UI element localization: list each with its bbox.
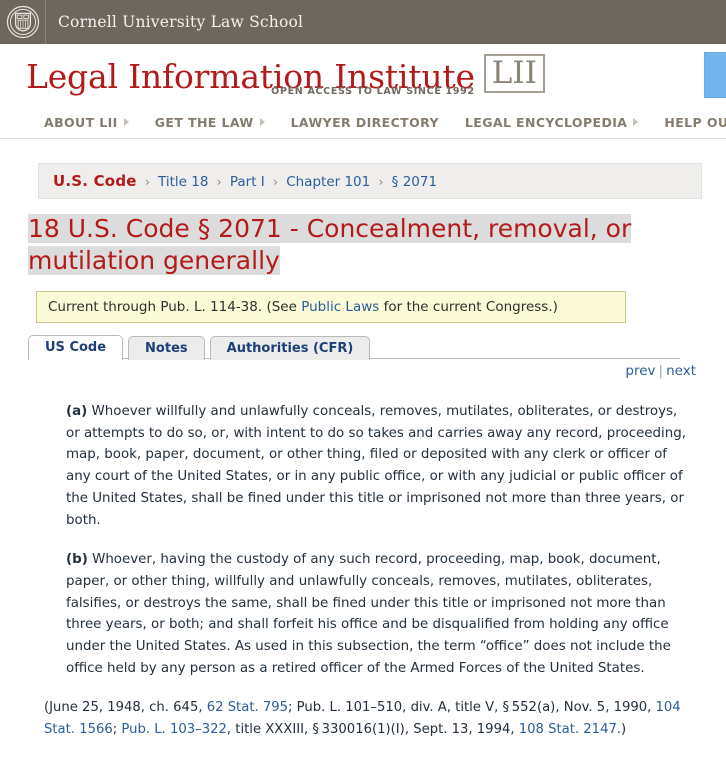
breadcrumb-item-title-18[interactable]: Title 18: [158, 174, 208, 190]
lii-mark: LII: [483, 54, 545, 93]
paragraph-label: (a): [66, 404, 88, 419]
lii-masthead: Legal Information Institute OPEN ACCESS …: [0, 44, 726, 106]
nav-item-label: HELP OUT: [664, 114, 726, 130]
statute-paragraph-a: (a) Whoever willfully and unlawfully con…: [66, 401, 686, 531]
nav-item-label: LEGAL ENCYCLOPEDIA: [464, 114, 628, 130]
paragraph-text: Whoever, having the custody of any such …: [66, 552, 671, 676]
breadcrumb-root-link[interactable]: U.S. Code: [53, 172, 137, 190]
cornell-bar-title: Cornell University Law School: [58, 13, 304, 31]
chevron-right-icon: [123, 118, 129, 126]
cornell-header-bar: Cornell University Law School: [0, 0, 726, 44]
page-title: 18 U.S. Code § 2071 - Concealment, remov…: [28, 213, 668, 277]
tab-label: Authorities (CFR): [226, 341, 354, 356]
breadcrumb-separator: ›: [144, 175, 150, 189]
breadcrumb-item-section-2071[interactable]: § 2071: [392, 174, 437, 190]
main-navigation: ABOUT LII GET THE LAW LAWYER DIRECTORY L…: [0, 106, 726, 139]
breadcrumb-separator: ›: [378, 175, 384, 189]
stat-citation-link-1[interactable]: 62 Stat. 795: [207, 700, 288, 715]
nav-item-legal-encyclopedia[interactable]: LEGAL ENCYCLOPEDIA: [465, 115, 652, 130]
public-laws-link[interactable]: Public Laws: [301, 299, 379, 315]
credits-part-1: (June 25, 1948, ch. 645,: [44, 700, 207, 716]
nav-item-lawyer-directory[interactable]: LAWYER DIRECTORY: [291, 115, 453, 130]
chevron-right-icon: [633, 118, 639, 126]
breadcrumb-separator: ›: [216, 175, 222, 189]
currency-notice-suffix: for the current Congress.): [379, 299, 558, 315]
nav-item-label: GET THE LAW: [154, 114, 254, 130]
lii-logo-link[interactable]: Legal Information Institute OPEN ACCESS …: [26, 54, 726, 97]
breadcrumb-item-part-i[interactable]: Part I: [230, 174, 265, 190]
lii-logo-text-block: Legal Information Institute OPEN ACCESS …: [26, 60, 475, 97]
pager: prev | next: [0, 363, 696, 379]
paragraph-text: Whoever willfully and unlawfully conceal…: [66, 404, 686, 528]
lii-tagline: OPEN ACCESS TO LAW SINCE 1992: [271, 85, 475, 97]
paragraph-label: (b): [66, 552, 88, 568]
public-law-citation-link[interactable]: Pub. L. 103–322: [121, 722, 227, 737]
currency-notice: Current through Pub. L. 114-38. (See Pub…: [36, 291, 626, 323]
search-button[interactable]: [704, 52, 726, 98]
cornell-seal-link[interactable]: [0, 0, 46, 44]
tab-notes[interactable]: Notes: [128, 336, 205, 360]
nav-item-get-the-law[interactable]: GET THE LAW: [155, 115, 279, 130]
tab-list: US Code Notes Authorities (CFR): [28, 335, 726, 360]
pager-separator: |: [658, 363, 664, 379]
tab-authorities-cfr[interactable]: Authorities (CFR): [209, 336, 371, 360]
chevron-right-icon: [259, 118, 265, 126]
nav-item-label: ABOUT LII: [44, 114, 118, 130]
tab-us-code[interactable]: US Code: [28, 335, 124, 360]
statute-paragraph-b: (b) Whoever, having the custody of any s…: [66, 549, 686, 679]
tab-label: Notes: [145, 341, 188, 356]
breadcrumb-separator: ›: [273, 175, 278, 189]
next-link[interactable]: next: [666, 363, 696, 379]
breadcrumb-item-chapter-101[interactable]: Chapter 101: [286, 174, 370, 190]
credits-part-2: ; Pub. L. 101–510, div. A, title V, § 55…: [288, 700, 656, 716]
statute-credits: (June 25, 1948, ch. 645, 62 Stat. 795; P…: [44, 697, 690, 739]
stat-citation-link-3[interactable]: 108 Stat. 2147: [519, 722, 617, 737]
tab-label: US Code: [45, 340, 107, 355]
credits-part-4: , title XXXIII, § 330016(1)(I), Sept. 13…: [226, 721, 519, 737]
breadcrumb: U.S. Code › Title 18 › Part I › Chapter …: [38, 163, 702, 199]
nav-item-help-out[interactable]: HELP OUT: [664, 115, 726, 130]
tab-bar: US Code Notes Authorities (CFR): [28, 335, 726, 360]
currency-notice-prefix: Current through Pub. L. 114-38. (See: [48, 299, 302, 315]
statute-body: (a) Whoever willfully and unlawfully con…: [66, 401, 686, 679]
page-title-text: 18 U.S. Code § 2071 - Concealment, remov…: [28, 214, 632, 275]
credits-part-5: .): [616, 721, 627, 737]
cornell-seal-icon: [6, 5, 39, 39]
prev-link[interactable]: prev: [625, 363, 655, 379]
nav-item-about-lii[interactable]: ABOUT LII: [44, 115, 143, 130]
nav-item-label: LAWYER DIRECTORY: [290, 114, 439, 130]
